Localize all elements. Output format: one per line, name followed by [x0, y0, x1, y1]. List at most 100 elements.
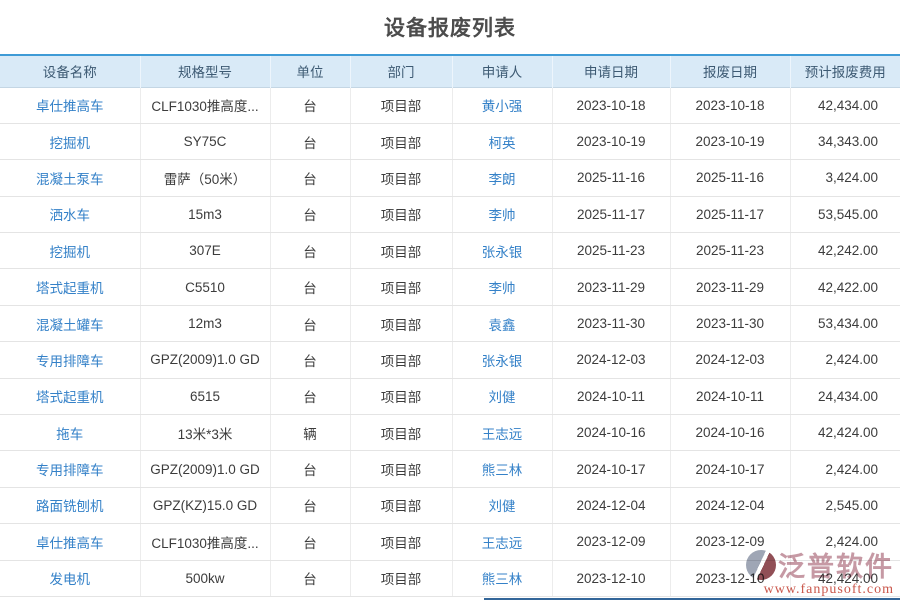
apply-date-cell: 2024-12-04 — [552, 487, 670, 523]
unit-cell: 台 — [270, 233, 350, 269]
applicant-link[interactable]: 张永银 — [452, 233, 552, 269]
header-applicant: 申请人 — [452, 55, 552, 87]
applicant-link[interactable]: 袁鑫 — [452, 305, 552, 341]
equipment-name-link[interactable]: 路面铣刨机 — [0, 487, 140, 523]
scrap-date-cell: 2025-11-23 — [670, 233, 790, 269]
equipment-name-link[interactable]: 挖掘机 — [0, 123, 140, 159]
table-row: 卓仕推高车CLF1030推高度...台项目部黄小强2023-10-182023-… — [0, 87, 900, 123]
cost-cell: 42,434.00 — [790, 87, 900, 123]
apply-date-cell: 2025-11-16 — [552, 160, 670, 196]
table-row: 塔式起重机C5510台项目部李帅2023-11-292023-11-2942,4… — [0, 269, 900, 305]
cost-cell: 24,434.00 — [790, 378, 900, 414]
department-cell: 项目部 — [350, 524, 452, 560]
equipment-name-link[interactable]: 卓仕推高车 — [0, 524, 140, 560]
department-cell: 项目部 — [350, 87, 452, 123]
equipment-name-link[interactable]: 混凝土泵车 — [0, 160, 140, 196]
unit-cell: 台 — [270, 196, 350, 232]
table-row: 洒水车15m3台项目部李帅2025-11-172025-11-1753,545.… — [0, 196, 900, 232]
unit-cell: 台 — [270, 487, 350, 523]
scrap-date-cell: 2024-12-03 — [670, 342, 790, 378]
cost-cell: 3,424.00 — [790, 160, 900, 196]
table-row: 卓仕推高车CLF1030推高度...台项目部王志远2023-12-092023-… — [0, 524, 900, 560]
header-department: 部门 — [350, 55, 452, 87]
applicant-link[interactable]: 李帅 — [452, 269, 552, 305]
equipment-name-link[interactable]: 拖车 — [0, 415, 140, 451]
unit-cell: 台 — [270, 305, 350, 341]
table-row: 专用排障车GPZ(2009)1.0 GD台项目部张永银2024-12-03202… — [0, 342, 900, 378]
unit-cell: 台 — [270, 560, 350, 596]
header-row: 设备名称 规格型号 单位 部门 申请人 申请日期 报废日期 预计报废费用 — [0, 55, 900, 87]
applicant-link[interactable]: 王志远 — [452, 524, 552, 560]
department-cell: 项目部 — [350, 415, 452, 451]
apply-date-cell: 2024-10-17 — [552, 451, 670, 487]
department-cell: 项目部 — [350, 269, 452, 305]
cost-cell: 42,424.00 — [790, 415, 900, 451]
cost-cell: 2,545.00 — [790, 487, 900, 523]
unit-cell: 台 — [270, 378, 350, 414]
scrap-date-cell: 2025-11-16 — [670, 160, 790, 196]
header-apply-date: 申请日期 — [552, 55, 670, 87]
table-row: 专用排障车GPZ(2009)1.0 GD台项目部熊三林2024-10-17202… — [0, 451, 900, 487]
department-cell: 项目部 — [350, 560, 452, 596]
applicant-link[interactable]: 熊三林 — [452, 451, 552, 487]
model-cell: CLF1030推高度... — [140, 524, 270, 560]
applicant-link[interactable]: 黄小强 — [452, 87, 552, 123]
table-row: 路面铣刨机GPZ(KZ)15.0 GD台项目部刘健2024-12-042024-… — [0, 487, 900, 523]
equipment-name-link[interactable]: 发电机 — [0, 560, 140, 596]
equipment-name-link[interactable]: 混凝土罐车 — [0, 305, 140, 341]
applicant-link[interactable]: 李朗 — [452, 160, 552, 196]
title-bar: 设备报废列表 — [0, 0, 900, 54]
applicant-link[interactable]: 刘健 — [452, 487, 552, 523]
scrap-date-cell: 2023-10-18 — [670, 87, 790, 123]
equipment-name-link[interactable]: 专用排障车 — [0, 451, 140, 487]
apply-date-cell: 2024-10-11 — [552, 378, 670, 414]
unit-cell: 辆 — [270, 415, 350, 451]
page-title: 设备报废列表 — [384, 12, 516, 42]
model-cell: CLF1030推高度... — [140, 87, 270, 123]
cost-cell: 2,424.00 — [790, 524, 900, 560]
scrap-date-cell: 2023-11-29 — [670, 269, 790, 305]
header-scrap-date: 报废日期 — [670, 55, 790, 87]
apply-date-cell: 2023-12-09 — [552, 524, 670, 560]
unit-cell: 台 — [270, 524, 350, 560]
table-row: 发电机500kw台项目部熊三林2023-12-102023-12-1042,42… — [0, 560, 900, 596]
scrap-date-cell: 2023-12-09 — [670, 524, 790, 560]
equipment-name-link[interactable]: 洒水车 — [0, 196, 140, 232]
department-cell: 项目部 — [350, 233, 452, 269]
table-row: 挖掘机SY75C台项目部柯英2023-10-192023-10-1934,343… — [0, 123, 900, 159]
applicant-link[interactable]: 张永银 — [452, 342, 552, 378]
applicant-link[interactable]: 熊三林 — [452, 560, 552, 596]
model-cell: C5510 — [140, 269, 270, 305]
apply-date-cell: 2025-11-23 — [552, 233, 670, 269]
equipment-name-link[interactable]: 塔式起重机 — [0, 269, 140, 305]
equipment-name-link[interactable]: 卓仕推高车 — [0, 87, 140, 123]
equipment-name-link[interactable]: 塔式起重机 — [0, 378, 140, 414]
applicant-link[interactable]: 李帅 — [452, 196, 552, 232]
header-est-cost: 预计报废费用 — [790, 55, 900, 87]
equipment-name-link[interactable]: 挖掘机 — [0, 233, 140, 269]
cost-cell: 42,424.00 — [790, 560, 900, 596]
table-row: 挖掘机307E台项目部张永银2025-11-232025-11-2342,242… — [0, 233, 900, 269]
unit-cell: 台 — [270, 123, 350, 159]
table-row: 混凝土罐车12m3台项目部袁鑫2023-11-302023-11-3053,43… — [0, 305, 900, 341]
department-cell: 项目部 — [350, 123, 452, 159]
table-row: 拖车13米*3米辆项目部王志远2024-10-162024-10-1642,42… — [0, 415, 900, 451]
apply-date-cell: 2024-12-03 — [552, 342, 670, 378]
applicant-link[interactable]: 柯英 — [452, 123, 552, 159]
header-model: 规格型号 — [140, 55, 270, 87]
applicant-link[interactable]: 刘健 — [452, 378, 552, 414]
apply-date-cell: 2023-11-30 — [552, 305, 670, 341]
applicant-link[interactable]: 王志远 — [452, 415, 552, 451]
cost-cell: 34,343.00 — [790, 123, 900, 159]
model-cell: GPZ(2009)1.0 GD — [140, 451, 270, 487]
scrap-date-cell: 2023-11-30 — [670, 305, 790, 341]
equipment-name-link[interactable]: 专用排障车 — [0, 342, 140, 378]
table-body: 卓仕推高车CLF1030推高度...台项目部黄小强2023-10-182023-… — [0, 87, 900, 596]
model-cell: GPZ(KZ)15.0 GD — [140, 487, 270, 523]
scrap-date-cell: 2025-11-17 — [670, 196, 790, 232]
scrap-date-cell: 2024-10-17 — [670, 451, 790, 487]
equipment-scrap-table: 设备名称 规格型号 单位 部门 申请人 申请日期 报废日期 预计报废费用 卓仕推… — [0, 54, 900, 597]
apply-date-cell: 2023-10-18 — [552, 87, 670, 123]
scrap-date-cell: 2024-10-16 — [670, 415, 790, 451]
model-cell: GPZ(2009)1.0 GD — [140, 342, 270, 378]
